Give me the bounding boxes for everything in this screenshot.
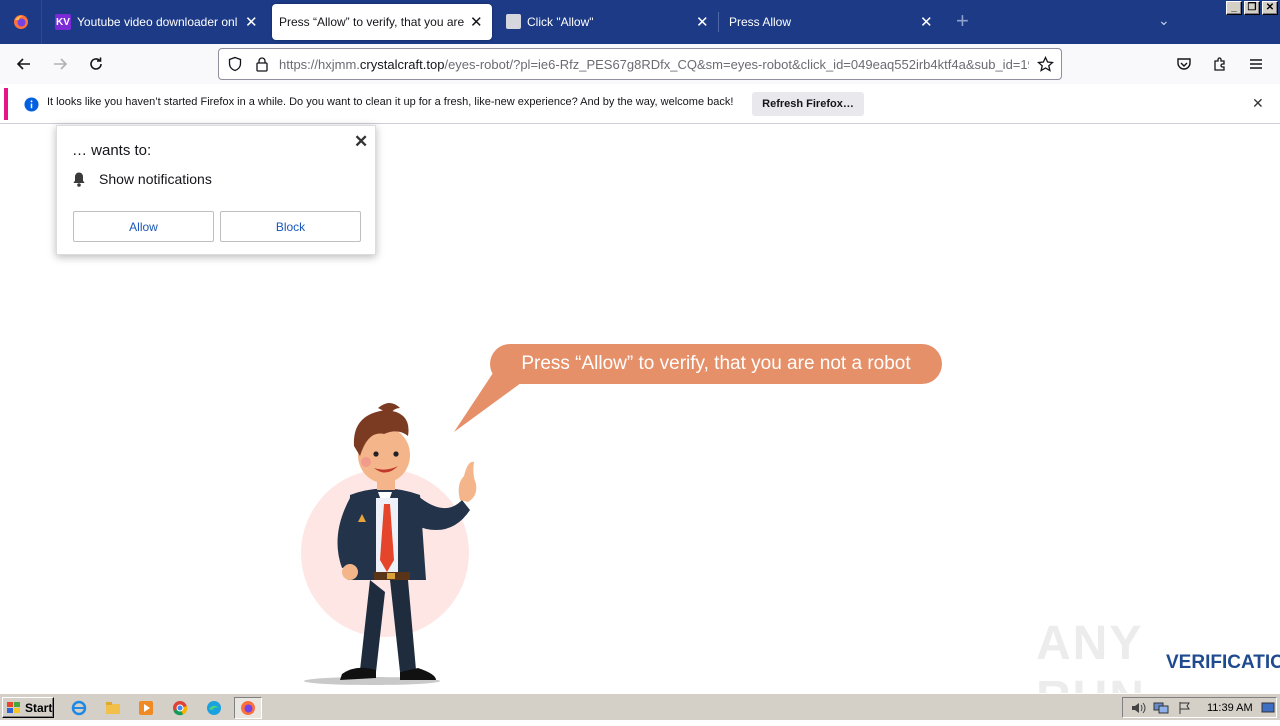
url-path: /eyes-robot/?pl=ie6-Rfz_PES67g8RDfx_CQ&s… bbox=[444, 57, 1029, 72]
businessman-illustration bbox=[301, 403, 477, 685]
close-icon[interactable]: ✕ bbox=[354, 132, 368, 152]
tab-separator bbox=[718, 12, 719, 32]
speech-bubble: Press “Allow” to verify, that you are no… bbox=[490, 344, 942, 384]
bell-icon bbox=[73, 172, 85, 187]
tab-press-allow-verify[interactable]: Press “Allow” to verify, that you are no… bbox=[272, 4, 492, 40]
speaker-icon[interactable] bbox=[1130, 701, 1146, 715]
puzzle-icon bbox=[1214, 57, 1225, 71]
minimize-button[interactable]: _ bbox=[1226, 1, 1242, 15]
tab-close-icon[interactable]: ✕ bbox=[920, 13, 933, 31]
star-icon[interactable] bbox=[1037, 56, 1054, 73]
firefox-taskbar-icon[interactable] bbox=[234, 697, 262, 719]
file-explorer-icon[interactable] bbox=[102, 697, 124, 719]
tab-title: Press Allow bbox=[729, 15, 792, 29]
close-window-button[interactable]: ✕ bbox=[1262, 1, 1278, 15]
url-text[interactable]: https://hxjmm.crystalcraft.top/eyes-robo… bbox=[279, 57, 1029, 72]
watermark-label: VERIFICATION bbox=[1166, 652, 1280, 673]
extensions-button[interactable] bbox=[1208, 52, 1232, 76]
window-controls: _ ❐ ✕ bbox=[1226, 1, 1278, 15]
anyrun-watermark: ANY RUN VERIFICATION bbox=[1036, 606, 1280, 725]
pocket-button[interactable] bbox=[1172, 52, 1196, 76]
permission-origin-text: … wants to: bbox=[72, 142, 152, 159]
windows-logo-icon bbox=[7, 701, 20, 713]
restore-button[interactable]: ❐ bbox=[1244, 1, 1260, 15]
clock[interactable]: 11:39 AM bbox=[1207, 702, 1253, 714]
media-player-icon[interactable] bbox=[135, 697, 157, 719]
robot-site-icon bbox=[506, 14, 521, 29]
kv-site-icon: KV bbox=[55, 14, 71, 30]
menu-button[interactable] bbox=[1244, 52, 1268, 76]
tab-title: Press “Allow” to verify, that you are no… bbox=[279, 15, 464, 29]
bubble-text: Press “Allow” to verify, that you are no… bbox=[521, 353, 911, 374]
tab-close-icon[interactable]: ✕ bbox=[696, 13, 709, 31]
tab-youtube-downloader[interactable]: KV Youtube video downloader online. D ✕ bbox=[42, 0, 270, 44]
flag-icon[interactable] bbox=[1178, 701, 1192, 715]
permission-label: Show notifications bbox=[99, 171, 212, 187]
notification-permission-popup: … wants to: ✕ Show notifications Allow B… bbox=[56, 125, 376, 255]
back-button[interactable] bbox=[12, 52, 36, 76]
shield-icon[interactable] bbox=[227, 56, 243, 72]
internet-explorer-icon[interactable] bbox=[68, 697, 90, 719]
system-tray: 11:39 AM bbox=[1122, 697, 1277, 718]
start-button[interactable]: Start bbox=[2, 697, 54, 718]
start-label: Start bbox=[25, 700, 53, 715]
windows-taskbar: Start 11:39 AM bbox=[0, 693, 1280, 720]
firefox-notification-bar: It looks like you haven’t started Firefo… bbox=[4, 88, 1276, 120]
chevron-down-icon[interactable]: ⌄ bbox=[1158, 12, 1170, 29]
forward-button[interactable] bbox=[48, 52, 72, 76]
firefox-icon bbox=[13, 15, 28, 29]
chrome-icon[interactable] bbox=[169, 697, 191, 719]
notification-message: It looks like you haven’t started Firefo… bbox=[47, 96, 734, 108]
tab-title: Click "Allow" bbox=[527, 15, 594, 29]
pocket-icon bbox=[1177, 58, 1191, 70]
firefox-view-button[interactable] bbox=[0, 0, 42, 44]
arrow-left-icon bbox=[16, 58, 30, 70]
show-desktop-icon[interactable] bbox=[1261, 701, 1275, 715]
network-icon[interactable] bbox=[1153, 701, 1169, 715]
lock-icon[interactable] bbox=[255, 56, 269, 72]
reload-button[interactable] bbox=[84, 52, 108, 76]
tab-close-icon[interactable]: ✕ bbox=[245, 13, 258, 31]
tab-click-allow[interactable]: Click "Allow" ✕ bbox=[496, 0, 718, 44]
tab-press-allow[interactable]: Press Allow ✕ bbox=[720, 0, 942, 44]
url-bar[interactable]: https://hxjmm.crystalcraft.top/eyes-robo… bbox=[218, 48, 1062, 80]
new-tab-icon[interactable]: + bbox=[956, 10, 969, 32]
tab-title: Youtube video downloader online. D bbox=[77, 15, 237, 29]
allow-button[interactable]: Allow bbox=[73, 211, 214, 242]
close-icon[interactable]: ✕ bbox=[1252, 95, 1264, 112]
refresh-firefox-button[interactable]: Refresh Firefox… bbox=[752, 92, 864, 116]
block-button[interactable]: Block bbox=[220, 211, 361, 242]
hamburger-icon bbox=[1250, 59, 1262, 69]
arrow-right-icon bbox=[54, 58, 68, 70]
edge-icon[interactable] bbox=[203, 697, 225, 719]
url-host: crystalcraft.top bbox=[359, 57, 445, 72]
info-icon bbox=[24, 97, 39, 112]
tab-strip: KV Youtube video downloader online. D ✕ … bbox=[0, 0, 1280, 44]
tab-close-icon[interactable]: ✕ bbox=[470, 13, 483, 31]
reload-icon bbox=[90, 57, 102, 70]
toolbar-divider bbox=[0, 123, 1280, 124]
url-prefix: https://hxjmm. bbox=[279, 57, 360, 72]
navigation-toolbar: https://hxjmm.crystalcraft.top/eyes-robo… bbox=[0, 44, 1280, 84]
